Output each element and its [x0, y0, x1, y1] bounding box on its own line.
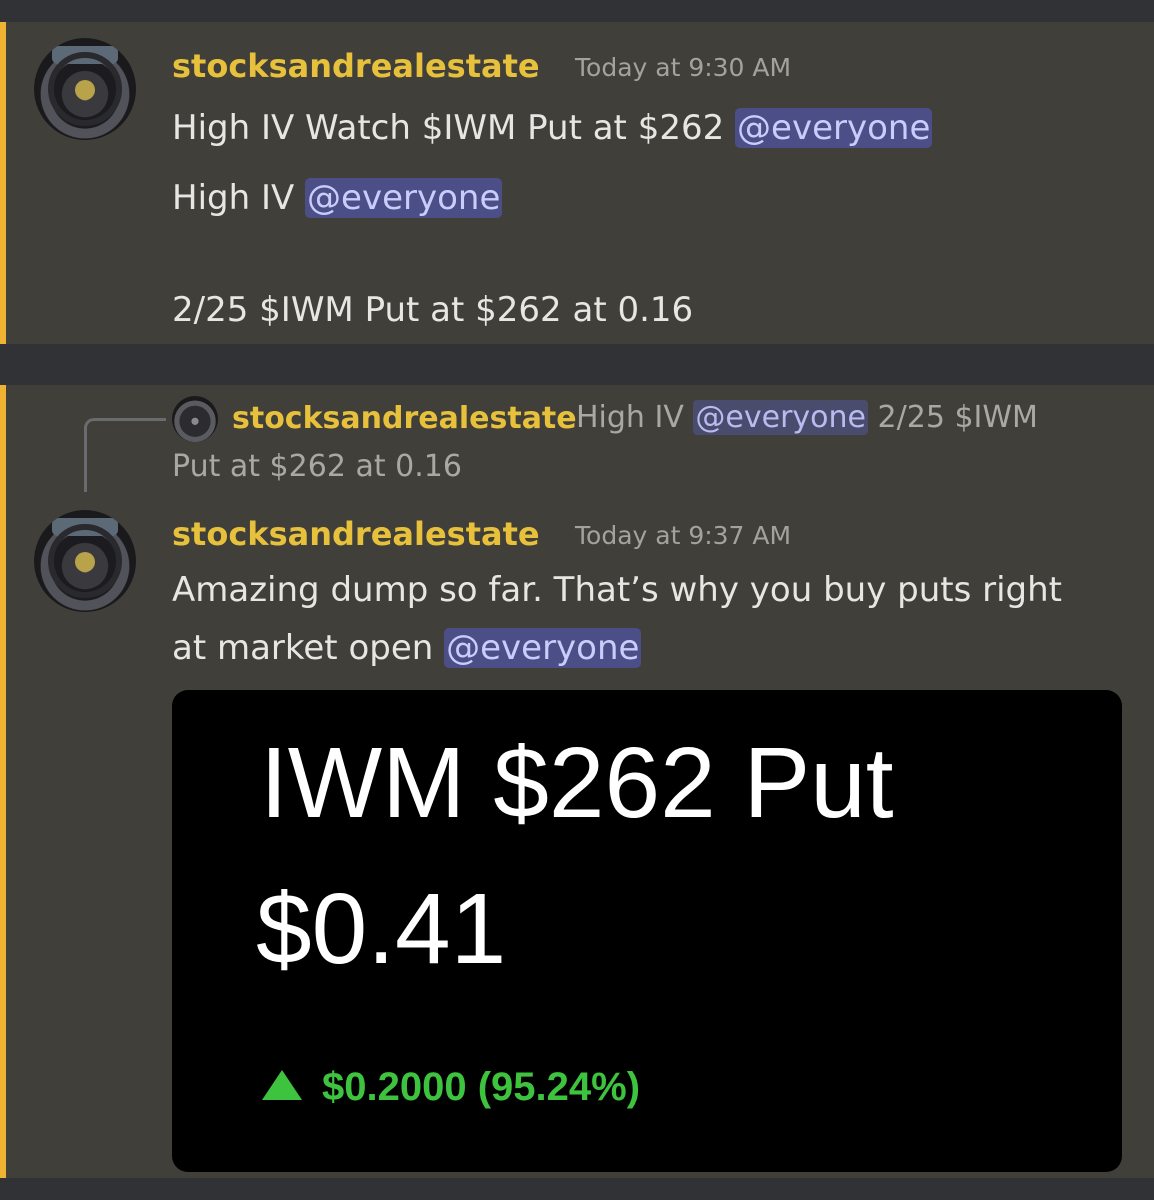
- message-text: High IV Watch $IWM Put at $262: [172, 108, 736, 148]
- message-text-line: High IV Watch $IWM Put at $262 @everyone: [172, 100, 933, 156]
- reply-username[interactable]: stocksandrealestate: [232, 398, 577, 440]
- up-arrow-icon: [262, 1070, 302, 1101]
- everyone-mention[interactable]: @everyone: [444, 628, 642, 668]
- reply-avatar[interactable]: [172, 396, 218, 442]
- avatar-logo-shape: [75, 80, 95, 100]
- attachment-change: $0.2000 (95.24%): [262, 1062, 640, 1112]
- user-avatar[interactable]: [34, 510, 136, 612]
- message-text-line: at market open @everyone: [172, 620, 642, 676]
- reply-text: 2/25 $IWM: [868, 400, 1038, 435]
- attachment-price: $0.41: [256, 873, 507, 985]
- change-value: $0.2000 (95.24%): [322, 1065, 641, 1109]
- reply-everyone-mention[interactable]: @everyone: [693, 400, 868, 435]
- avatar-logo-shape: [75, 552, 95, 572]
- message-text-line: 2/25 $IWM Put at $262 at 0.16: [172, 290, 694, 330]
- everyone-mention[interactable]: @everyone: [305, 178, 503, 218]
- reply-connector-line: [84, 418, 166, 492]
- attachment-title: IWM $262 Put: [260, 727, 894, 839]
- message-username[interactable]: stocksandrealestate: [172, 514, 540, 554]
- message-timestamp: Today at 9:37 AM: [575, 521, 792, 550]
- message-text-line: High IV @everyone: [172, 170, 503, 226]
- message-timestamp: Today at 9:30 AM: [575, 53, 792, 82]
- message-text: High IV: [172, 178, 306, 218]
- message-text-line: Amazing dump so far. That’s why you buy …: [172, 570, 1062, 610]
- message-text: at market open: [172, 628, 445, 668]
- reply-text: High IV: [576, 400, 694, 435]
- everyone-mention[interactable]: @everyone: [735, 108, 933, 148]
- image-attachment[interactable]: IWM $262 Put $0.41 $0.2000 (95.24%): [172, 690, 1122, 1172]
- reply-preview-line-2[interactable]: Put at $262 at 0.16: [172, 443, 462, 491]
- message-username[interactable]: stocksandrealestate: [172, 46, 540, 86]
- user-avatar[interactable]: [34, 38, 136, 140]
- reply-preview-line[interactable]: High IV @everyone 2/25 $IWM: [576, 394, 1038, 442]
